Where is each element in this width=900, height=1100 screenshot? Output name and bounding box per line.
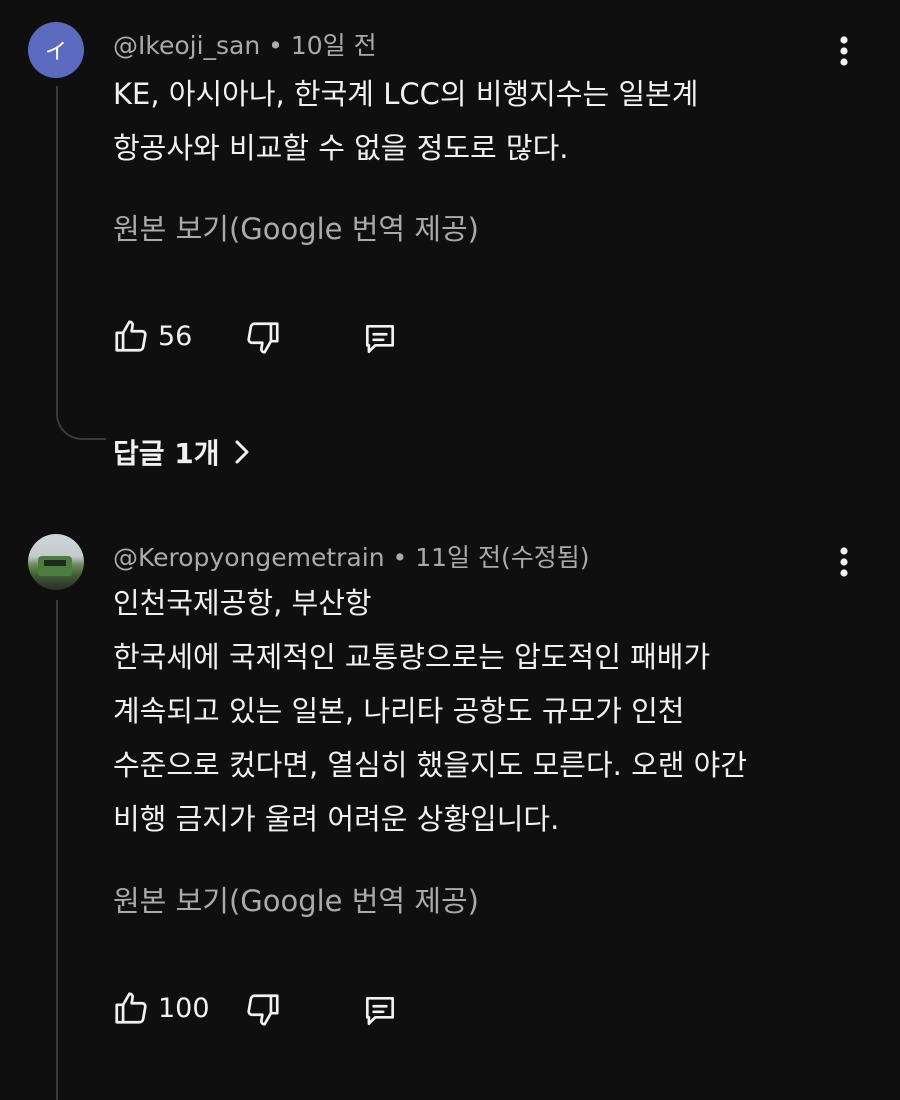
comment-line: 비행 금지가 울려 어려운 상황입니다.	[113, 802, 560, 836]
avatar-train-window	[44, 560, 66, 566]
comment-author[interactable]: @Keropyongemetrain	[113, 543, 385, 572]
thread-line	[56, 86, 58, 408]
replies-label: 답글 1개	[113, 437, 220, 470]
more-options-button[interactable]	[828, 31, 860, 71]
thumb-up-icon	[115, 320, 147, 352]
like-button[interactable]: 56	[112, 317, 192, 355]
avatar-initial: イ	[44, 40, 67, 65]
dislike-button[interactable]	[244, 991, 282, 1029]
meta-separator: •	[392, 543, 408, 572]
comments-panel: イ @Ikeoji_san • 10일 전 KE, 아시아나, 한국계 LCC의…	[0, 0, 900, 1100]
see-original-link[interactable]: 원본 보기(Google 번역 제공)	[113, 206, 479, 248]
comment-line: 수준으로 컸다면, 열심히 했을지도 모른다. 오랜 야간	[113, 748, 748, 782]
view-replies-button[interactable]: 답글 1개	[113, 432, 250, 472]
meta-separator: •	[268, 31, 283, 60]
comment-reply-icon	[365, 324, 395, 354]
more-vert-icon	[840, 547, 848, 577]
comment-meta: @Ikeoji_san • 10일 전	[113, 26, 377, 62]
thumb-down-icon	[247, 994, 279, 1026]
more-vert-icon	[840, 36, 848, 66]
comment-time[interactable]: 11일 전(수정됨)	[415, 543, 589, 572]
avatar[interactable]: イ	[28, 22, 84, 78]
comment-reply-icon	[365, 996, 395, 1026]
comment-line: 인천국제공항, 부산항	[113, 586, 372, 620]
reply-button[interactable]	[360, 320, 400, 358]
thumb-down-icon	[247, 322, 279, 354]
thread-line	[56, 600, 58, 1100]
thread-connector	[56, 406, 106, 440]
comment-line: KE, 아시아나, 한국계 LCC의 비행지수는 일본계	[113, 77, 699, 111]
like-count: 56	[158, 320, 193, 352]
like-count: 100	[158, 992, 210, 1024]
chevron-right-icon	[235, 440, 249, 464]
comment-time[interactable]: 10일 전	[291, 31, 377, 60]
thumb-up-icon	[115, 992, 147, 1024]
comment-line: 한국세에 국제적인 교통량으로는 압도적인 패배가	[113, 640, 711, 674]
see-original-link[interactable]: 원본 보기(Google 번역 제공)	[113, 878, 479, 920]
comment-line: 항공사와 비교할 수 없을 정도로 많다.	[113, 131, 569, 165]
comment-line: 계속되고 있는 일본, 나리타 공항도 규모가 인천	[113, 694, 685, 728]
comment-text: KE, 아시아나, 한국계 LCC의 비행지수는 일본계 항공사와 비교할 수 …	[113, 67, 833, 175]
like-button[interactable]: 100	[112, 989, 210, 1027]
dislike-button[interactable]	[244, 319, 282, 357]
avatar-train-shape	[38, 556, 72, 576]
comment-author[interactable]: @Ikeoji_san	[113, 31, 260, 60]
reply-button[interactable]	[360, 992, 400, 1030]
comment-text: 인천국제공항, 부산항 한국세에 국제적인 교통량으로는 압도적인 패배가 계속…	[113, 576, 833, 846]
comment-meta: @Keropyongemetrain • 11일 전(수정됨)	[113, 538, 589, 574]
avatar[interactable]	[28, 534, 84, 590]
